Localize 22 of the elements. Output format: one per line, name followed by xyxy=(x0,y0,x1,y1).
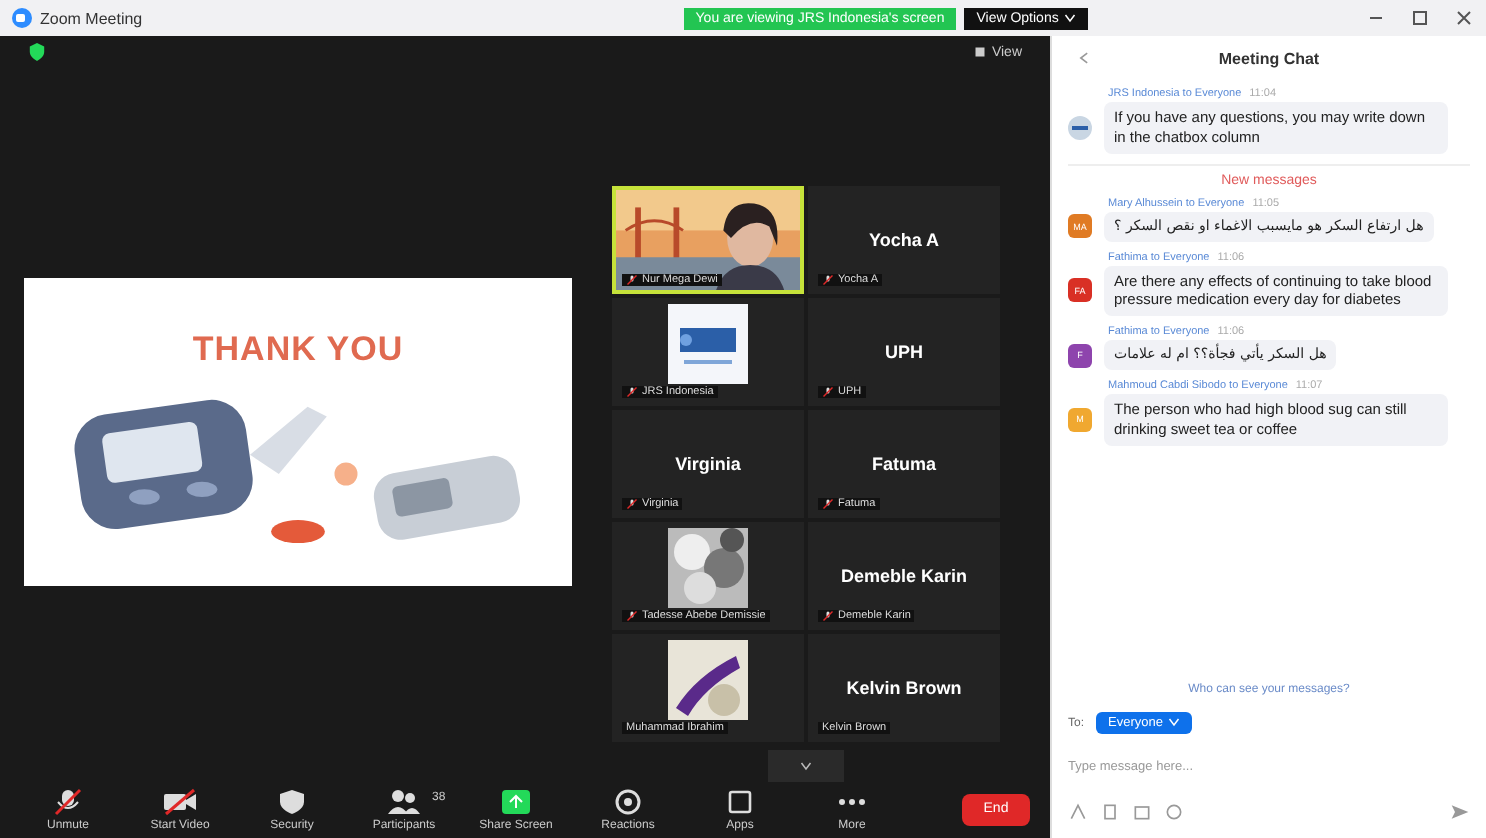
app-icon xyxy=(12,8,32,28)
participant-name: Kelvin Brown xyxy=(846,677,962,697)
participants-icon xyxy=(384,787,424,816)
file-icon[interactable] xyxy=(1100,802,1120,822)
participant-name: Virginia xyxy=(675,453,741,473)
video-icon xyxy=(160,787,200,816)
participant-name: UPH xyxy=(884,341,923,361)
participant-name: Fatuma xyxy=(871,453,936,473)
slide-title: THANK YOU xyxy=(192,329,404,369)
send-icon[interactable] xyxy=(1450,802,1470,822)
caret-icon xyxy=(1168,716,1181,729)
close-icon[interactable] xyxy=(1453,8,1474,28)
participant-name: Demeble Karin xyxy=(840,565,968,585)
maximize-icon[interactable] xyxy=(1409,8,1430,28)
chat-title: Meeting Chat xyxy=(1218,49,1320,67)
participant-name: Yocha A xyxy=(868,229,939,249)
grid-icon xyxy=(973,45,986,58)
caret-icon xyxy=(800,759,812,772)
shield-icon[interactable] xyxy=(28,42,46,63)
window-title: Zoom Meeting xyxy=(40,9,143,27)
caret-icon xyxy=(1064,11,1077,24)
collapse-icon[interactable] xyxy=(1076,50,1092,66)
